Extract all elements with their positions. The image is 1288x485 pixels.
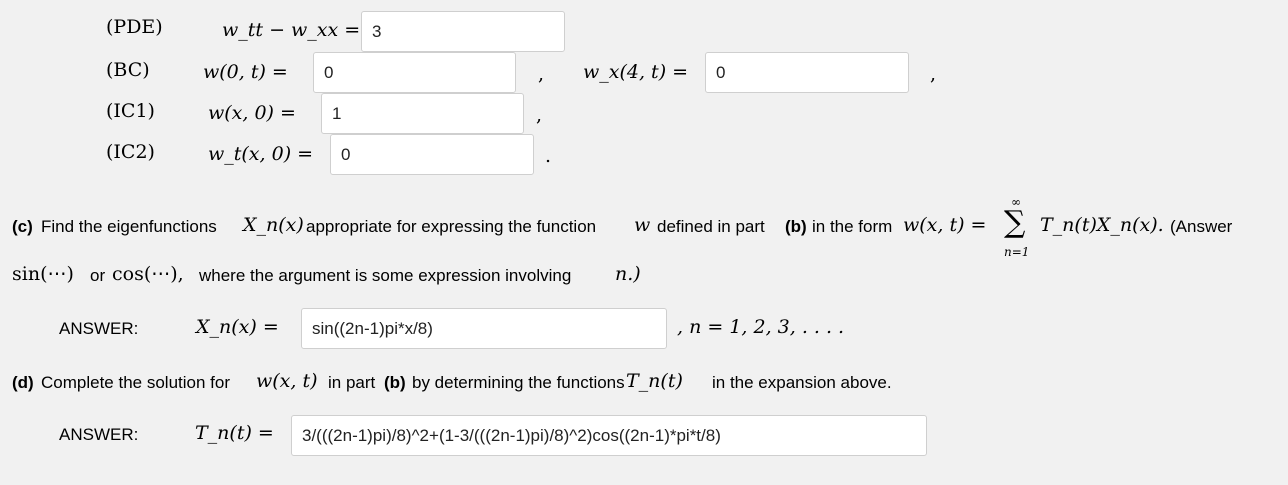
tn-answer-field[interactable]: 3/(((2n-1)pi)/8)^2+(1-3/(((2n-1)pi)/8)^2… xyxy=(291,415,927,456)
answer-d-label: ANSWER: xyxy=(59,425,139,444)
ic1-comma: , xyxy=(536,104,543,126)
ic1-answer-field[interactable]: 1 xyxy=(321,93,524,134)
part-c-text-4: in the form xyxy=(812,217,893,236)
eigenfunction-answer-field[interactable]: sin((2n-1)pi*x/8) xyxy=(301,308,667,349)
answer-c-label: ANSWER: xyxy=(59,319,139,338)
pde-answer-field[interactable]: 3 xyxy=(361,11,565,52)
bc-label: (BC) xyxy=(106,59,150,81)
part-c-w: w xyxy=(634,214,651,236)
ic2-answer-field[interactable]: 0 xyxy=(330,134,534,175)
ic1-lhs: w(x, 0) = xyxy=(208,102,296,124)
part-c-cos: cos(⋯), xyxy=(112,263,184,285)
part-d-text-2: in part xyxy=(328,373,376,392)
part-c-formula-lhs: w(x, t) = xyxy=(903,214,987,236)
ic2-period: . xyxy=(545,145,552,167)
part-c-n: n.) xyxy=(615,263,641,285)
answer-c-suffix: , n = 1, 2, 3, . . . . xyxy=(677,316,845,338)
pde-lhs: w_tt − w_xx = xyxy=(222,19,361,41)
part-c-text-5: (Answer xyxy=(1170,217,1233,236)
part-d-tn: T_n(t) xyxy=(626,370,683,392)
part-c-text-6: where the argument is some expression in… xyxy=(199,266,572,285)
bc-comma-2: , xyxy=(930,63,937,85)
part-d-part-b: (b) xyxy=(384,373,406,392)
bc-left-lhs: w(0, t) = xyxy=(203,61,288,83)
sum-lower-limit: n=1 xyxy=(1004,245,1030,259)
part-c-formula-rhs: T_n(t)X_n(x). xyxy=(1040,214,1164,236)
part-d-text-1: Complete the solution for xyxy=(41,373,230,392)
part-d-text-4: in the expansion above. xyxy=(712,373,892,392)
part-d-text-3: by determining the functions xyxy=(412,373,625,392)
sum-symbol-icon: ∑ xyxy=(1004,205,1026,240)
part-c-or: or xyxy=(90,266,106,285)
bc-left-answer-field[interactable]: 0 xyxy=(313,52,516,93)
bc-right-lhs: w_x(4, t) = xyxy=(583,61,689,83)
part-c-tag: (c) xyxy=(12,217,33,236)
part-c-text-3: defined in part xyxy=(657,217,765,236)
part-c-sin: sin(⋯) xyxy=(12,263,74,285)
bc-right-answer-field[interactable]: 0 xyxy=(705,52,909,93)
part-c-text-2: appropriate for expressing the function xyxy=(306,217,597,236)
part-d-w: w(x, t) xyxy=(256,370,318,392)
pde-label: (PDE) xyxy=(106,16,163,38)
ic2-label: (IC2) xyxy=(106,141,155,163)
bc-comma-1: , xyxy=(538,63,545,85)
ic2-lhs: w_t(x, 0) = xyxy=(208,143,314,165)
part-c-part-b: (b) xyxy=(785,217,807,236)
part-c-xn: X_n(x) xyxy=(243,214,304,236)
answer-d-lhs: T_n(t) = xyxy=(195,422,274,444)
answer-c-lhs: X_n(x) = xyxy=(196,316,279,338)
part-d-tag: (d) xyxy=(12,373,34,392)
ic1-label: (IC1) xyxy=(106,100,155,122)
part-c-text-1: Find the eigenfunctions xyxy=(41,217,217,236)
